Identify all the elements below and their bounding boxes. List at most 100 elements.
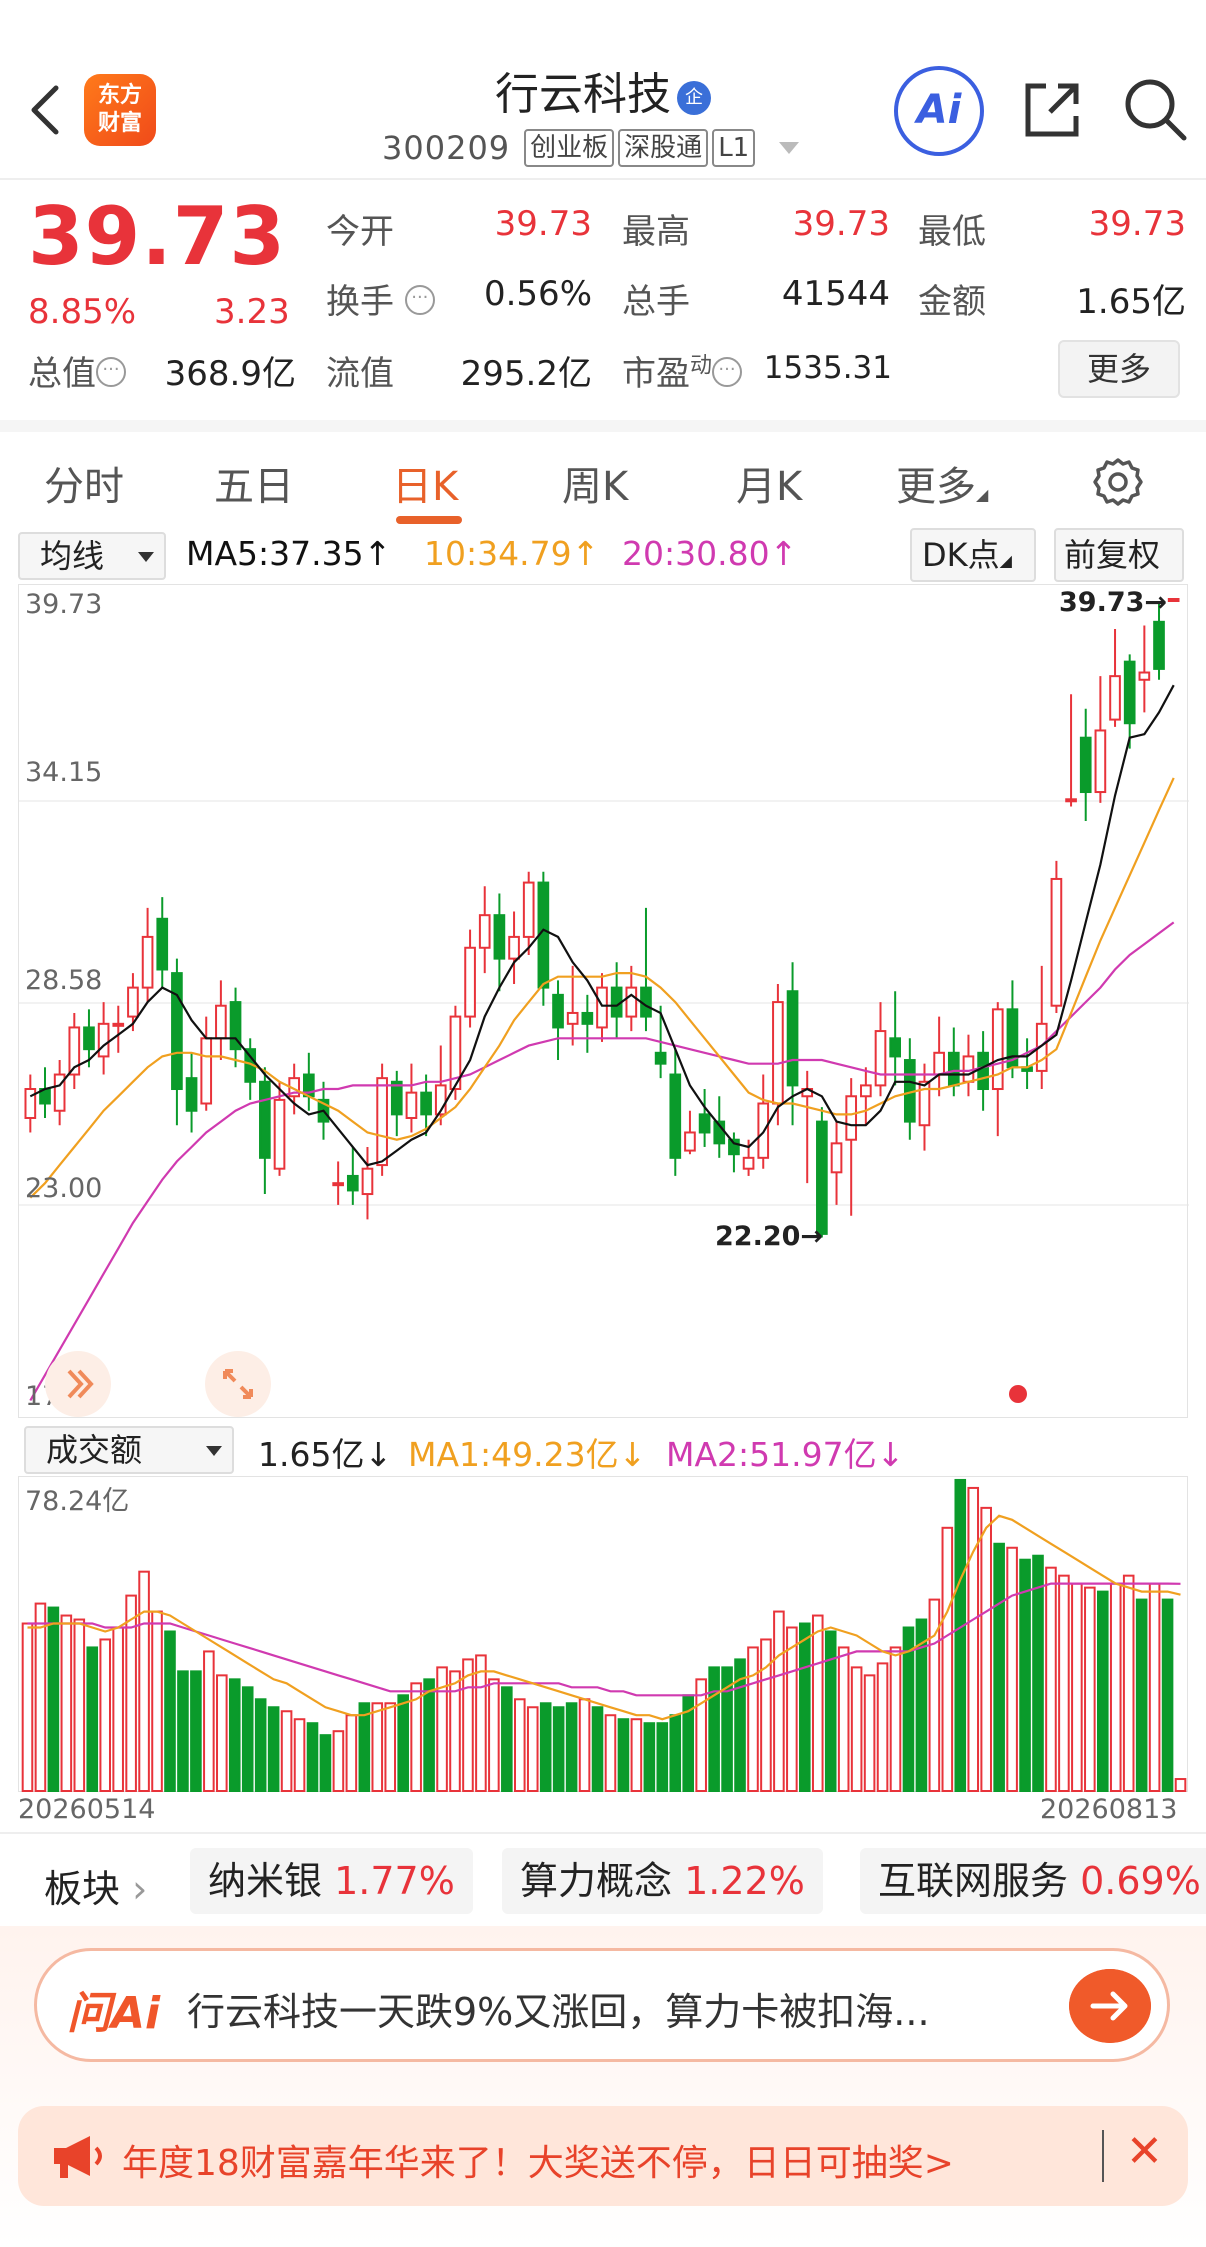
share-icon[interactable] <box>1020 78 1084 142</box>
candle-body <box>97 1022 110 1058</box>
dropdown-icon[interactable] <box>779 142 800 154</box>
volume-bar <box>332 1730 345 1793</box>
arrow-right-icon[interactable] <box>1069 1969 1151 2043</box>
sector-chip[interactable]: 纳米银 1.77% <box>190 1848 473 1914</box>
megaphone-icon <box>54 2136 102 2178</box>
event-dot[interactable] <box>1009 1385 1027 1403</box>
turnover-label: 换手 ··· <box>326 274 435 323</box>
level-tag: L1 <box>712 129 756 167</box>
current-price: 39.73 <box>28 190 287 283</box>
tab-more[interactable]: 更多◢ <box>896 454 988 512</box>
volume-bar <box>1122 1574 1135 1792</box>
promo-banner[interactable]: 年度18财富嘉年华来了！大奖送不停，日日可抽奖> ✕ <box>18 2106 1188 2206</box>
candle-body <box>273 1098 286 1170</box>
kline-svg <box>19 598 1189 1402</box>
volume-bar <box>747 1646 759 1792</box>
sector-chip[interactable]: 互联网服务 0.69% <box>860 1848 1206 1914</box>
tab-five-day[interactable]: 五日 <box>214 454 294 512</box>
close-icon[interactable]: ✕ <box>1126 2126 1163 2177</box>
volume-bar <box>358 1702 371 1793</box>
candle-body <box>977 1051 989 1091</box>
dk-point-toggle[interactable]: DK点◢ <box>910 528 1036 582</box>
candle-body <box>566 1011 579 1025</box>
tab-monthly-k[interactable]: 月K <box>736 454 802 512</box>
volume-bar <box>21 1622 34 1792</box>
candle-body <box>816 1120 828 1235</box>
float-cap-label: 流值 <box>326 354 394 394</box>
tab-weekly-k[interactable]: 周K <box>562 454 628 512</box>
candle-body <box>933 1051 945 1076</box>
more-button[interactable]: 更多 <box>1058 340 1180 398</box>
candle-body <box>1050 877 1063 1007</box>
volume-bar <box>708 1666 720 1792</box>
volume-bar <box>177 1670 189 1793</box>
info-icon[interactable]: ··· <box>96 357 126 387</box>
market-cap-label: 总值 ··· <box>28 346 126 395</box>
volume-bar <box>824 1630 837 1792</box>
candle-body <box>742 1156 755 1170</box>
pe-label: 市盈动 ··· <box>622 346 743 395</box>
ask-ai-logo: 问Ai <box>67 1988 161 2039</box>
volume-bar <box>1084 1586 1096 1793</box>
volume-bar <box>228 1678 241 1792</box>
volume-max-label: 78.24亿 <box>25 1486 130 1517</box>
quote-panel: 39.73 8.85% 3.23 今开 39.73 最高 39.73 最低 39… <box>0 178 1206 418</box>
y-tick-label: 23.00 <box>25 1173 103 1204</box>
volume-bar <box>241 1686 254 1792</box>
volume-bar <box>164 1630 176 1792</box>
candle-body <box>493 914 506 960</box>
fullscreen-icon[interactable] <box>203 1349 273 1419</box>
volume-bar <box>837 1646 850 1792</box>
candle-body <box>508 935 520 960</box>
tab-daily-k[interactable]: 日K <box>392 454 458 512</box>
period-tabs: 分时 五日 日K 周K 月K 更多◢ <box>0 420 1206 524</box>
high-marker-label: 39.73→ <box>1059 587 1168 618</box>
stock-subline: 300209 创业板 深股通 L1 <box>382 128 800 168</box>
y-tick-label: 34.15 <box>25 757 103 788</box>
volume-bar <box>1148 1582 1161 1793</box>
volume-svg <box>21 1478 1187 1793</box>
active-tab-indicator <box>396 516 462 524</box>
candle-body <box>654 1051 667 1065</box>
open-value: 39.73 <box>494 204 592 244</box>
banner-text: 年度18财富嘉年华来了！大奖送不停，日日可抽奖> <box>122 2143 954 2184</box>
ai-button[interactable]: Ai <box>894 66 984 156</box>
y-tick-label: 39.73 <box>25 589 103 620</box>
candle-body <box>786 990 799 1087</box>
candle-body <box>478 914 491 949</box>
ask-ai-bar[interactable]: 问Ai 行云科技一天跌9%又涨回，算力卡被扣海... <box>34 1948 1170 2062</box>
vol-ma1-value: MA1:49.23亿↓ <box>408 1435 647 1474</box>
gear-icon[interactable] <box>1092 456 1144 508</box>
volume-bar <box>786 1626 798 1792</box>
info-icon[interactable]: ··· <box>404 285 435 315</box>
volume-bar <box>526 1706 539 1793</box>
sector-title[interactable]: 板块 › <box>44 1858 147 1913</box>
ma-select[interactable]: 均线 <box>18 532 166 580</box>
volume-bar <box>1109 1582 1122 1793</box>
candle-body <box>112 1022 125 1027</box>
candle-body <box>185 1077 198 1112</box>
connect-tag: 深股通 <box>618 129 709 167</box>
sector-chip[interactable]: 算力概念 1.22% <box>502 1848 823 1914</box>
info-icon[interactable]: ··· <box>712 357 743 387</box>
candle-body <box>522 881 535 938</box>
candle-body <box>200 1037 213 1105</box>
candle-body <box>552 993 564 1029</box>
volume-bar <box>475 1654 487 1792</box>
volume-bar <box>889 1646 902 1792</box>
candle-body <box>947 1051 960 1087</box>
volume-bar <box>578 1698 591 1792</box>
tab-intraday[interactable]: 分时 <box>44 454 124 512</box>
volume-bar <box>1006 1546 1018 1793</box>
volume-select[interactable]: 成交额 <box>24 1426 234 1474</box>
kline-chart[interactable]: 39.73 34.15 28.58 23.00 17.42 39.73→ 22.… <box>18 584 1189 1419</box>
expand-left-icon[interactable] <box>43 1349 113 1419</box>
candle-body <box>1109 675 1121 721</box>
candle-body <box>772 1001 784 1105</box>
candle-body <box>1153 620 1165 670</box>
adjust-toggle[interactable]: 前复权 <box>1054 528 1184 582</box>
volume-chart[interactable]: 78.24亿 <box>18 1476 1188 1793</box>
candle-body <box>332 1182 344 1187</box>
candle-body <box>1138 671 1151 681</box>
search-icon[interactable] <box>1122 76 1188 142</box>
